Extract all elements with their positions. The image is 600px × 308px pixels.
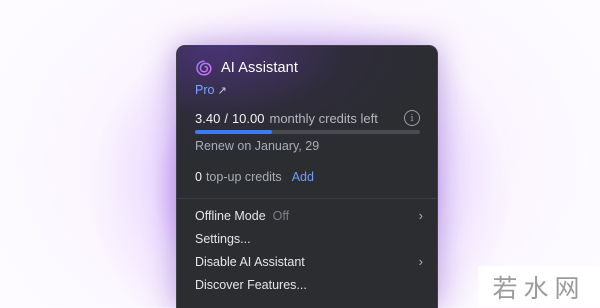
- renew-date: Renew on January, 29: [195, 139, 320, 153]
- credits-progress-fill: [195, 130, 272, 134]
- topup-count: 0: [195, 170, 202, 184]
- plan-label[interactable]: Pro: [195, 83, 214, 97]
- plan-link[interactable]: Pro ↗: [195, 83, 227, 97]
- divider: [177, 198, 437, 199]
- external-arrow-icon[interactable]: ↗: [217, 84, 226, 97]
- credits-separator: /: [224, 110, 228, 126]
- menu-item-label: Settings...: [195, 231, 251, 246]
- credits-label: monthly credits left: [269, 110, 378, 126]
- chevron-right-icon: ›: [418, 254, 423, 269]
- popup-title: AI Assistant: [221, 60, 298, 76]
- ai-assistant-spiral-icon: [195, 59, 213, 77]
- info-icon[interactable]: i: [404, 110, 420, 126]
- credits-progress-bar: [195, 130, 420, 134]
- chevron-right-icon: ›: [418, 208, 423, 223]
- menu-item-discover-features[interactable]: Discover Features...: [177, 273, 437, 296]
- popup-header: AI Assistant: [195, 59, 298, 77]
- credits-used: 3.40: [195, 110, 221, 126]
- ai-assistant-popup: AI Assistant Pro ↗ 3.40 / 10.00 monthly …: [176, 45, 438, 308]
- menu-item-settings[interactable]: Settings...: [177, 227, 437, 250]
- topup-label: top-up credits: [205, 170, 282, 184]
- offline-mode-status: Off: [272, 208, 290, 223]
- menu-item-label: Discover Features...: [195, 277, 307, 292]
- topup-credits: 0 top-up credits Add: [195, 170, 314, 184]
- menu-item-label: Disable AI Assistant: [195, 254, 305, 269]
- credits-total: 10.00: [231, 110, 265, 126]
- menu-item-label: Offline Mode: [195, 208, 266, 223]
- menu-item-offline-mode[interactable]: Offline Mode Off ›: [177, 204, 437, 227]
- credits-summary: 3.40 / 10.00 monthly credits left i: [195, 110, 420, 126]
- menu-item-disable-ai-assistant[interactable]: Disable AI Assistant ›: [177, 250, 437, 273]
- popup-menu: Offline Mode Off › Settings... Disable A…: [177, 204, 437, 296]
- watermark: 若水网: [478, 266, 600, 307]
- add-credits-link[interactable]: Add: [292, 170, 314, 184]
